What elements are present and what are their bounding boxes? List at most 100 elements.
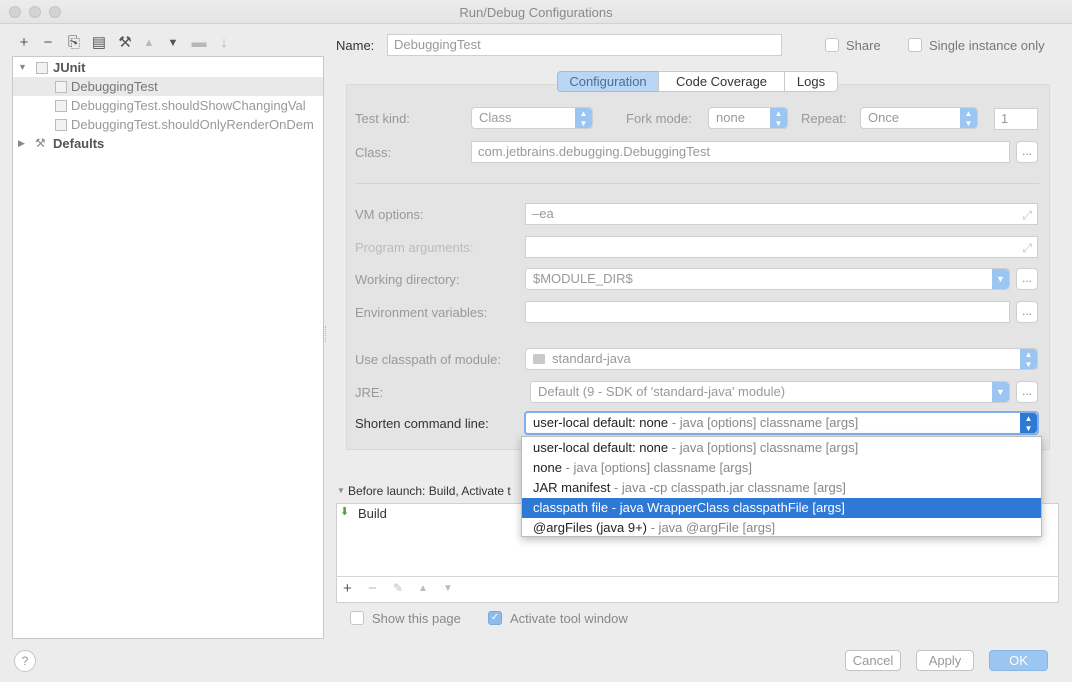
working-directory-select[interactable]: $MODULE_DIR$ ▼ bbox=[525, 268, 1010, 290]
single-instance-checkbox[interactable] bbox=[908, 38, 922, 52]
jre-value: Default (9 - SDK of 'standard-java' modu… bbox=[538, 384, 786, 399]
tree-item-should-show-changing[interactable]: DebuggingTest.shouldShowChangingVal bbox=[13, 96, 323, 115]
option-main: JAR manifest bbox=[533, 480, 611, 495]
updown-arrows-icon: ▲ ▼ bbox=[575, 108, 592, 128]
wrench-icon[interactable]: ⚒ bbox=[116, 34, 134, 52]
option-hint: - java [options] classname [args] bbox=[561, 460, 752, 475]
working-directory-value: $MODULE_DIR$ bbox=[533, 271, 633, 286]
fork-mode-label: Fork mode: bbox=[626, 111, 692, 126]
activate-tool-window-checkbox[interactable]: ✓ bbox=[488, 611, 502, 625]
jre-select[interactable]: Default (9 - SDK of 'standard-java' modu… bbox=[530, 381, 1010, 403]
tab-code-coverage[interactable]: Code Coverage bbox=[658, 71, 785, 92]
program-arguments-label: Program arguments: bbox=[355, 240, 474, 255]
move-task-down-icon[interactable]: ▼ bbox=[443, 583, 453, 594]
share-checkbox[interactable] bbox=[825, 38, 839, 52]
dropdown-option-selected[interactable]: classpath file - java WrapperClass class… bbox=[522, 498, 1041, 518]
tree-item-label: DebuggingTest.shouldShowChangingVal bbox=[71, 98, 306, 113]
expand-arrow-icon[interactable]: ▼ bbox=[18, 58, 28, 77]
module-folder-icon bbox=[533, 354, 545, 364]
build-icon: ⬇ bbox=[340, 506, 350, 518]
jre-browse-button[interactable]: ... bbox=[1016, 381, 1038, 403]
tree-label-defaults: Defaults bbox=[53, 136, 105, 151]
working-directory-browse-button[interactable]: ... bbox=[1016, 268, 1038, 290]
vm-options-input[interactable]: –ea ⤢ bbox=[525, 203, 1038, 225]
move-down-icon[interactable]: ▼ bbox=[164, 34, 182, 52]
tree-label-junit: JUnit bbox=[53, 60, 86, 75]
classpath-module-label: Use classpath of module: bbox=[355, 352, 501, 367]
remove-icon[interactable]: − bbox=[39, 34, 57, 52]
remove-task-icon[interactable]: − bbox=[368, 580, 377, 597]
repeat-select[interactable]: Once ▲ ▼ bbox=[860, 107, 978, 129]
environment-variables-browse-button[interactable]: ... bbox=[1016, 301, 1038, 323]
option-hint: - java @argFile [args] bbox=[647, 520, 776, 535]
option-hint: - java -cp classpath.jar classname [args… bbox=[610, 480, 846, 495]
before-launch-divider bbox=[336, 576, 1059, 577]
cancel-button[interactable]: Cancel bbox=[845, 650, 901, 671]
ok-button[interactable]: OK bbox=[989, 650, 1048, 671]
section-divider bbox=[355, 183, 1039, 184]
sort-icon[interactable]: ↓ bbox=[215, 34, 233, 52]
configuration-tree[interactable]: ▼ JUnit DebuggingTest DebuggingTest.shou… bbox=[12, 56, 324, 639]
dropdown-option[interactable]: @argFiles (java 9+) - java @argFile [arg… bbox=[522, 518, 1041, 538]
updown-arrows-icon: ▲ ▼ bbox=[960, 108, 977, 128]
add-task-icon[interactable]: + bbox=[343, 580, 352, 597]
dropdown-option[interactable]: JAR manifest - java -cp classpath.jar cl… bbox=[522, 478, 1041, 498]
tree-item-should-only-render[interactable]: DebuggingTest.shouldOnlyRenderOnDem bbox=[13, 115, 323, 134]
splitter-handle[interactable] bbox=[323, 326, 326, 342]
add-icon[interactable]: + bbox=[15, 34, 33, 52]
expand-icon[interactable]: ⤢ bbox=[1022, 238, 1032, 257]
name-input[interactable]: DebuggingTest bbox=[387, 34, 782, 56]
option-hint: - java [options] classname [args] bbox=[668, 440, 859, 455]
class-label: Class: bbox=[355, 145, 392, 160]
dropdown-option[interactable]: user-local default: none - java [options… bbox=[522, 438, 1041, 458]
tree-node-defaults[interactable]: ▶ Defaults ⚒ bbox=[13, 134, 323, 153]
before-launch-toggle-icon[interactable]: ▼ bbox=[337, 486, 345, 495]
edit-task-icon[interactable]: ✎ bbox=[393, 581, 403, 595]
copy-icon[interactable]: ⎘ bbox=[65, 34, 83, 52]
tree-item-label: DebuggingTest.shouldOnlyRenderOnDem bbox=[71, 117, 314, 132]
test-method-icon bbox=[55, 119, 67, 131]
tree-item-debuggingtest[interactable]: DebuggingTest bbox=[13, 77, 323, 96]
class-input[interactable]: com.jetbrains.debugging.DebuggingTest bbox=[471, 141, 1010, 163]
test-kind-select[interactable]: Class ▲ ▼ bbox=[471, 107, 593, 129]
tab-configuration[interactable]: Configuration bbox=[557, 71, 659, 92]
shorten-command-line-select[interactable]: user-local default: none - java [options… bbox=[524, 411, 1039, 435]
fork-mode-select[interactable]: none ▲ ▼ bbox=[708, 107, 788, 129]
tree-node-junit[interactable]: ▼ JUnit bbox=[13, 58, 323, 77]
test-kind-label: Test kind: bbox=[355, 111, 410, 126]
test-method-icon bbox=[55, 100, 67, 112]
repeat-value: Once bbox=[868, 110, 900, 125]
vm-options-label: VM options: bbox=[355, 207, 424, 222]
jre-label: JRE: bbox=[355, 385, 384, 400]
before-launch-item-build[interactable]: Build bbox=[358, 506, 387, 521]
move-task-up-icon[interactable]: ▲ bbox=[418, 583, 428, 594]
single-instance-label: Single instance only bbox=[929, 38, 1045, 53]
apply-button[interactable]: Apply bbox=[916, 650, 974, 671]
name-label: Name: bbox=[336, 38, 375, 53]
environment-variables-input[interactable] bbox=[525, 301, 1010, 323]
program-arguments-input[interactable]: ⤢ bbox=[525, 236, 1038, 258]
classpath-module-value: standard-java bbox=[552, 351, 631, 366]
chevron-down-icon: ▼ bbox=[992, 382, 1009, 402]
shorten-command-line-label: Shorten command line: bbox=[355, 416, 489, 431]
dropdown-option[interactable]: none - java [options] classname [args] bbox=[522, 458, 1041, 478]
classpath-module-select[interactable]: standard-java ▲ ▼ bbox=[525, 348, 1038, 370]
show-this-page-checkbox[interactable] bbox=[350, 611, 364, 625]
move-up-icon[interactable]: ▲ bbox=[140, 34, 158, 52]
save-icon[interactable]: ▤ bbox=[90, 34, 108, 52]
option-main: none bbox=[533, 460, 562, 475]
updown-arrows-icon: ▲ ▼ bbox=[1020, 413, 1037, 433]
vm-options-value: –ea bbox=[532, 206, 554, 221]
folder-icon[interactable]: ▬ bbox=[190, 34, 208, 52]
class-browse-button[interactable]: ... bbox=[1016, 141, 1038, 163]
expand-icon[interactable]: ⤢ bbox=[1022, 205, 1032, 224]
tab-logs[interactable]: Logs bbox=[784, 71, 838, 92]
shorten-hint: - java [options] classname [args] bbox=[668, 415, 859, 430]
repeat-count-input[interactable]: 1 bbox=[994, 108, 1038, 130]
environment-variables-label: Environment variables: bbox=[355, 305, 488, 320]
junit-icon bbox=[36, 62, 48, 74]
test-class-icon bbox=[55, 81, 67, 93]
shorten-command-line-dropdown[interactable]: user-local default: none - java [options… bbox=[521, 436, 1042, 537]
collapsed-arrow-icon[interactable]: ▶ bbox=[18, 134, 28, 153]
help-icon[interactable]: ? bbox=[14, 650, 36, 672]
